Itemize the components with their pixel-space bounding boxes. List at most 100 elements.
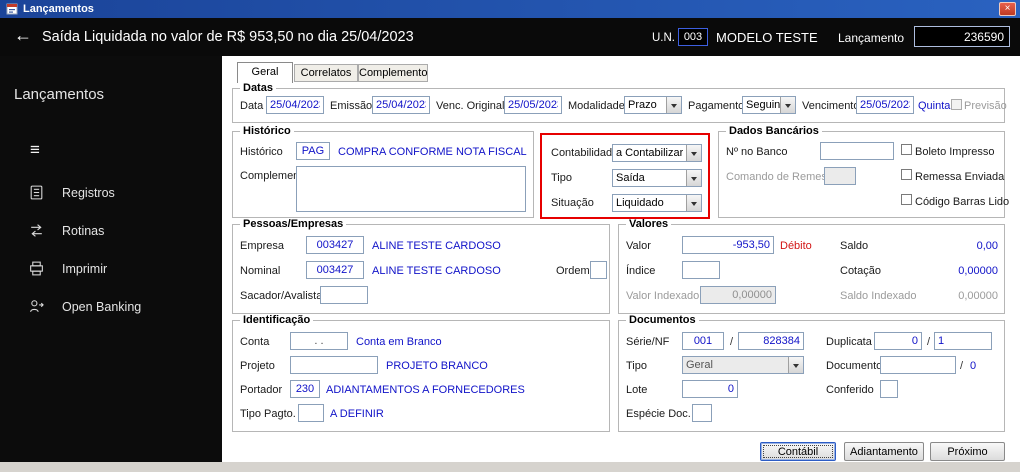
- tab-correlatos[interactable]: Correlatos: [294, 64, 358, 82]
- chevron-down-icon[interactable]: [686, 145, 701, 161]
- indice-input[interactable]: [682, 261, 720, 279]
- modalidade-label: Modalidade: [568, 100, 625, 112]
- nominal-code-input[interactable]: [306, 261, 364, 279]
- duplicata-input[interactable]: [874, 332, 922, 350]
- chevron-down-icon[interactable]: [686, 170, 701, 186]
- chevron-down-icon[interactable]: [666, 97, 681, 113]
- empresa-label: Empresa: [240, 240, 285, 252]
- pagamento-label: Pagamento: [688, 100, 745, 112]
- previsao-checkbox: [951, 99, 962, 110]
- company-name: MODELO TESTE: [716, 30, 818, 45]
- sidebar-item-rotinas[interactable]: Rotinas: [0, 220, 222, 244]
- ordem-input[interactable]: [590, 261, 607, 279]
- sidebar-item-imprimir[interactable]: Imprimir: [0, 258, 222, 282]
- close-icon[interactable]: ×: [999, 2, 1016, 16]
- portador-input[interactable]: [290, 380, 320, 398]
- saldo-value: 0,00: [976, 240, 998, 252]
- tipo-value: Saída: [616, 172, 645, 184]
- emissao-input[interactable]: [372, 96, 430, 114]
- nf-input[interactable]: [738, 332, 804, 350]
- proximo-button[interactable]: Próximo: [930, 442, 1005, 461]
- tipo-label: Tipo: [551, 172, 572, 184]
- ordem-label: Ordem: [556, 265, 590, 277]
- empresa-name: ALINE TESTE CARDOSO: [372, 240, 501, 252]
- chevron-down-icon[interactable]: [780, 97, 795, 113]
- menu-icon[interactable]: ≡: [30, 140, 40, 160]
- complemento-textarea[interactable]: [296, 166, 526, 212]
- lancamento-number-input[interactable]: [914, 26, 1010, 47]
- documento-input[interactable]: [880, 356, 956, 374]
- venc-original-input[interactable]: [504, 96, 562, 114]
- valor-indexado-label: Valor Indexado: [626, 290, 700, 302]
- doc-tipo-value: Geral: [686, 359, 713, 371]
- group-title-documentos: Documentos: [626, 314, 699, 326]
- pagamento-select[interactable]: Seguinte: [742, 96, 796, 114]
- doc-tipo-label: Tipo: [626, 360, 647, 372]
- boleto-impresso-checkbox[interactable]: [901, 144, 912, 155]
- un-input[interactable]: [678, 28, 708, 46]
- valor-input[interactable]: [682, 236, 774, 254]
- historico-code-input[interactable]: [296, 142, 330, 160]
- nominal-name: ALINE TESTE CARDOSO: [372, 265, 501, 277]
- tipo-select[interactable]: Saída: [612, 169, 702, 187]
- data-input[interactable]: [266, 96, 324, 114]
- duplicata-parcela-input[interactable]: [934, 332, 992, 350]
- serie-input[interactable]: [682, 332, 724, 350]
- back-arrow-icon[interactable]: ←: [14, 25, 32, 46]
- saldo-label: Saldo: [840, 240, 869, 252]
- cotacao-label: Cotação: [840, 265, 881, 277]
- group-title-historico: Histórico: [240, 125, 294, 137]
- comando-remessa-label: Comando de Remessa: [726, 171, 839, 183]
- codigo-barras-label: Código Barras Lido: [915, 196, 1010, 208]
- projeto-description: PROJETO BRANCO: [386, 360, 488, 372]
- modalidade-select[interactable]: Prazo: [624, 96, 682, 114]
- num-banco-input[interactable]: [820, 142, 894, 160]
- window-titlebar: Lançamentos ×: [0, 0, 1020, 18]
- pagamento-value: Seguinte: [746, 99, 781, 111]
- contabilidade-value: a Contabilizar: [616, 147, 684, 159]
- empresa-code-input[interactable]: [306, 236, 364, 254]
- debito-tag: Débito: [780, 240, 812, 252]
- adiantamento-button[interactable]: Adiantamento: [844, 442, 924, 461]
- status-bar: [0, 462, 1020, 472]
- vencimento-input[interactable]: [856, 96, 914, 114]
- especie-doc-input[interactable]: [692, 404, 712, 422]
- sidebar: Lançamentos ≡ Registros Rotinas Imprimir…: [0, 56, 222, 462]
- portador-description: ADIANTAMENTOS A FORNECEDORES: [326, 384, 525, 396]
- tipo-pagto-description: A DEFINIR: [330, 408, 384, 420]
- emissao-label: Emissão: [330, 100, 373, 112]
- lancamento-label: Lançamento: [838, 31, 905, 45]
- tab-geral[interactable]: Geral: [237, 62, 293, 83]
- situacao-value: Liquidado: [616, 197, 664, 209]
- conferido-input[interactable]: [880, 380, 898, 398]
- tab-complemento[interactable]: Complemento: [358, 64, 428, 82]
- ledger-icon: [30, 185, 43, 200]
- sidebar-item-open-banking[interactable]: Open Banking: [0, 296, 222, 320]
- documento-label: Documento: [826, 360, 883, 372]
- contabil-button[interactable]: Contábil: [760, 442, 836, 461]
- conta-input[interactable]: [290, 332, 348, 350]
- printer-icon: [30, 261, 43, 276]
- remessa-enviada-label: Remessa Enviada: [915, 171, 1005, 183]
- group-title-identificacao: Identificação: [240, 314, 314, 326]
- chevron-down-icon[interactable]: [686, 195, 701, 211]
- duplicata-label: Duplicata: [826, 336, 872, 348]
- doc-tipo-select: Geral: [682, 356, 804, 374]
- group-title-datas: Datas: [240, 82, 276, 94]
- lote-input[interactable]: [682, 380, 738, 398]
- projeto-input[interactable]: [290, 356, 378, 374]
- situacao-select[interactable]: Liquidado: [612, 194, 702, 212]
- sacador-input[interactable]: [320, 286, 368, 304]
- record-header: ← Saída Liquidada no valor de R$ 953,50 …: [0, 18, 1020, 56]
- codigo-barras-checkbox[interactable]: [901, 194, 912, 205]
- app-icon: [6, 3, 18, 15]
- saldo-indexado-value: 0,00000: [958, 290, 998, 302]
- contabilidade-select[interactable]: a Contabilizar: [612, 144, 702, 162]
- sidebar-item-registros[interactable]: Registros: [0, 182, 222, 206]
- group-title-valores: Valores: [626, 218, 672, 230]
- tipo-pagto-input[interactable]: [298, 404, 324, 422]
- slash-separator: /: [927, 336, 931, 348]
- vencimento-label: Vencimento: [802, 100, 860, 112]
- remessa-enviada-checkbox[interactable]: [901, 169, 912, 180]
- previsao-label: Previsão: [964, 100, 1007, 112]
